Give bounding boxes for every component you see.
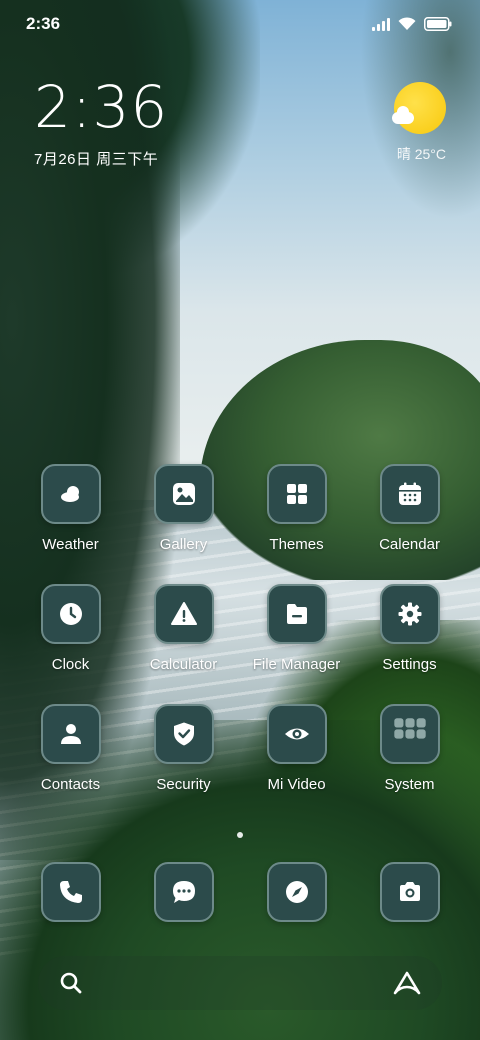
security-icon[interactable]	[153, 704, 214, 764]
app-contacts[interactable]: Contacts	[14, 704, 127, 793]
weather-widget[interactable]: 晴 25°C	[392, 82, 446, 164]
app-label: Clock	[51, 656, 90, 673]
app-label: Settings	[382, 656, 437, 673]
sun-with-cloud-icon	[392, 82, 446, 134]
app-label: Gallery	[159, 536, 208, 553]
app-file-manager[interactable]: File Manager	[240, 584, 353, 673]
contacts-icon[interactable]	[40, 704, 101, 764]
app-weather[interactable]: Weather	[14, 464, 127, 553]
wifi-icon	[398, 17, 416, 31]
app-label: Calendar	[379, 536, 440, 553]
search-bar[interactable]	[38, 956, 442, 1010]
app-label: Mi Video	[267, 776, 326, 793]
mi-video-icon[interactable]	[266, 704, 327, 764]
calendar-icon[interactable]	[379, 464, 440, 524]
camera-icon[interactable]	[379, 862, 440, 922]
messages-icon[interactable]	[153, 862, 214, 922]
app-label: System	[384, 776, 435, 793]
page-dot-active	[237, 832, 243, 838]
clock-widget-time: 2:36	[34, 73, 169, 141]
dock	[14, 862, 466, 922]
status-time: 2:36	[26, 14, 61, 33]
status-bar: 2:36	[0, 0, 480, 48]
dock-browser[interactable]	[240, 862, 353, 922]
app-grid: Weather Gallery Themes Calendar Clock Ca…	[14, 464, 466, 793]
clock-widget[interactable]: 2:36 7月26日 周三下午	[34, 78, 168, 169]
calculator-icon[interactable]	[153, 584, 214, 644]
weather-widget-text: 晴 25°C	[396, 146, 446, 162]
app-calendar[interactable]: Calendar	[353, 464, 466, 553]
page-indicator	[0, 832, 480, 838]
weather-icon[interactable]	[40, 464, 101, 524]
app-settings[interactable]: Settings	[353, 584, 466, 673]
app-label: Calculator	[149, 656, 218, 673]
dock-phone[interactable]	[14, 862, 127, 922]
assistant-icon[interactable]	[392, 970, 422, 996]
signal-icon	[372, 17, 390, 31]
app-clock[interactable]: Clock	[14, 584, 127, 673]
gallery-icon[interactable]	[153, 464, 214, 524]
status-icons	[372, 17, 452, 31]
clock-icon[interactable]	[40, 584, 101, 644]
app-system-folder[interactable]: System	[353, 704, 466, 793]
app-security[interactable]: Security	[127, 704, 240, 793]
app-mi-video[interactable]: Mi Video	[240, 704, 353, 793]
app-calculator[interactable]: Calculator	[127, 584, 240, 673]
app-label: Themes	[269, 536, 324, 553]
file-manager-icon[interactable]	[266, 584, 327, 644]
app-label: Contacts	[40, 776, 101, 793]
app-label: File Manager	[252, 656, 341, 673]
app-label: Weather	[42, 536, 99, 553]
dock-messages[interactable]	[127, 862, 240, 922]
settings-icon[interactable]	[379, 584, 440, 644]
phone-icon[interactable]	[40, 862, 101, 922]
system-folder-icon[interactable]	[379, 704, 440, 764]
search-icon[interactable]	[58, 970, 84, 996]
dock-camera[interactable]	[353, 862, 466, 922]
app-gallery[interactable]: Gallery	[127, 464, 240, 553]
themes-icon[interactable]	[266, 464, 327, 524]
app-themes[interactable]: Themes	[240, 464, 353, 553]
compass-icon[interactable]	[266, 862, 327, 922]
app-label: Security	[156, 776, 211, 793]
battery-icon	[424, 17, 452, 31]
clock-widget-date: 7月26日 周三下午	[34, 151, 159, 168]
